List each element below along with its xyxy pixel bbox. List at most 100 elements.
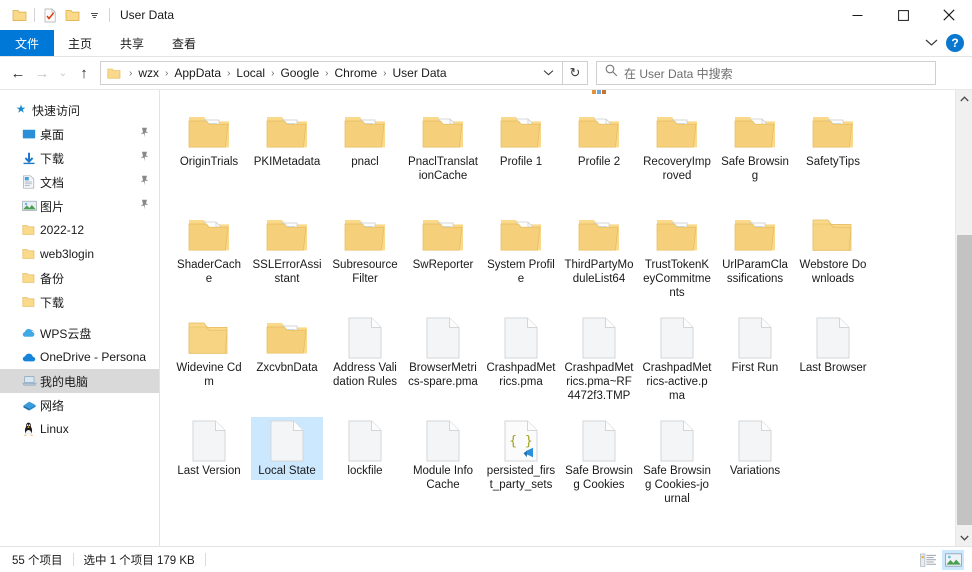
file-item-selected[interactable]: Local State bbox=[251, 417, 323, 480]
properties-icon[interactable] bbox=[39, 4, 61, 26]
file-item[interactable]: Profile 1 bbox=[482, 104, 560, 207]
file-item[interactable]: BrowserMetrics-spare.pma bbox=[404, 310, 482, 413]
back-button[interactable]: ← bbox=[6, 60, 30, 86]
breadcrumb-item-3[interactable]: Google bbox=[278, 66, 321, 80]
breadcrumb-item-5[interactable]: User Data bbox=[391, 66, 449, 80]
file-item[interactable]: First Run bbox=[716, 310, 794, 413]
file-item[interactable]: Address Validation Rules bbox=[326, 310, 404, 413]
file-item[interactable]: CrashpadMetrics.pma~RF4472f3.TMP bbox=[560, 310, 638, 413]
file-item[interactable]: RecoveryImproved bbox=[638, 104, 716, 207]
chevron-down-icon[interactable] bbox=[83, 4, 105, 26]
file-item-inner[interactable]: SwReporter bbox=[407, 211, 479, 274]
file-item[interactable]: ZxcvbnData bbox=[248, 310, 326, 413]
file-item[interactable]: Last Version bbox=[170, 413, 248, 516]
tab-view[interactable]: 查看 bbox=[158, 30, 210, 56]
search-input[interactable]: 在 User Data 中搜索 bbox=[596, 61, 936, 85]
file-item[interactable]: UrlParamClassifications bbox=[716, 207, 794, 310]
file-item[interactable]: Webstore Downloads bbox=[794, 207, 872, 310]
breadcrumb[interactable]: › wzx › AppData › Local › Google › Chrom… bbox=[100, 61, 563, 85]
help-icon[interactable]: ? bbox=[946, 34, 964, 52]
up-button[interactable]: ↑ bbox=[72, 60, 96, 86]
file-item-inner[interactable]: TrustTokenKeyCommitments bbox=[641, 211, 713, 302]
new-folder-icon[interactable] bbox=[61, 4, 83, 26]
file-item-inner[interactable]: { }persisted_first_party_sets bbox=[485, 417, 557, 494]
file-item-inner[interactable]: SafetyTips bbox=[797, 108, 869, 171]
sidebar-item-backup[interactable]: 备份 bbox=[0, 266, 159, 290]
sidebar-group-quick-access[interactable]: 快速访问 bbox=[0, 98, 159, 122]
pin-icon[interactable] bbox=[140, 199, 149, 213]
file-item[interactable]: CrashpadMetrics.pma bbox=[482, 310, 560, 413]
file-item[interactable]: Safe Browsing Cookies-journal bbox=[638, 413, 716, 516]
file-item[interactable]: PKIMetadata bbox=[248, 104, 326, 207]
scroll-down-arrow[interactable] bbox=[956, 529, 972, 546]
sidebar-item-downloads-folder[interactable]: 下载 bbox=[0, 290, 159, 314]
sidebar-item-2022-12[interactable]: 2022-12 bbox=[0, 218, 159, 242]
vertical-scrollbar[interactable] bbox=[955, 90, 972, 546]
sidebar-item-downloads[interactable]: 下载 bbox=[0, 146, 159, 170]
file-item-inner[interactable]: CrashpadMetrics.pma bbox=[485, 314, 557, 391]
file-item-inner[interactable]: Module Info Cache bbox=[407, 417, 479, 494]
file-item-inner[interactable]: Profile 2 bbox=[563, 108, 635, 171]
sidebar-item-wps-cloud[interactable]: WPS云盘 bbox=[0, 321, 159, 345]
close-button[interactable] bbox=[926, 0, 972, 30]
file-item[interactable]: Last Browser bbox=[794, 310, 872, 413]
file-item-inner[interactable]: Subresource Filter bbox=[329, 211, 401, 288]
sidebar-item-network[interactable]: 网络 bbox=[0, 393, 159, 417]
file-item-inner[interactable]: UrlParamClassifications bbox=[719, 211, 791, 288]
breadcrumb-item-1[interactable]: AppData bbox=[172, 66, 223, 80]
breadcrumb-item-0[interactable]: wzx bbox=[136, 66, 161, 80]
file-item[interactable]: TrustTokenKeyCommitments bbox=[638, 207, 716, 310]
pin-icon[interactable] bbox=[140, 127, 149, 141]
file-item-inner[interactable]: PKIMetadata bbox=[251, 108, 323, 171]
scroll-up-arrow[interactable] bbox=[956, 90, 972, 107]
file-item[interactable]: Local State bbox=[248, 413, 326, 516]
file-item[interactable]: Profile 2 bbox=[560, 104, 638, 207]
file-item-inner[interactable]: ZxcvbnData bbox=[251, 314, 323, 377]
file-item[interactable]: Subresource Filter bbox=[326, 207, 404, 310]
forward-button[interactable]: → bbox=[30, 60, 54, 86]
file-item-inner[interactable]: Last Browser bbox=[797, 314, 869, 377]
tab-share[interactable]: 共享 bbox=[106, 30, 158, 56]
breadcrumb-item-2[interactable]: Local bbox=[234, 66, 267, 80]
file-item[interactable]: ThirdPartyModuleList64 bbox=[560, 207, 638, 310]
sidebar-item-web3login[interactable]: web3login bbox=[0, 242, 159, 266]
large-icons-view-button[interactable] bbox=[942, 550, 964, 570]
breadcrumb-item-4[interactable]: Chrome bbox=[332, 66, 379, 80]
file-item-inner[interactable]: Address Validation Rules bbox=[329, 314, 401, 391]
file-item[interactable]: Safe Browsing bbox=[716, 104, 794, 207]
sidebar-item-documents[interactable]: 文档 bbox=[0, 170, 159, 194]
file-list-view[interactable]: OriginTrialsPKIMetadatapnaclPnaclTransla… bbox=[160, 90, 972, 546]
file-item[interactable]: Safe Browsing Cookies bbox=[560, 413, 638, 516]
file-item[interactable]: OriginTrials bbox=[170, 104, 248, 207]
pin-icon[interactable] bbox=[140, 151, 149, 165]
file-item-inner[interactable]: Webstore Downloads bbox=[797, 211, 869, 288]
tab-home[interactable]: 主页 bbox=[54, 30, 106, 56]
file-item[interactable]: SafetyTips bbox=[794, 104, 872, 207]
file-item[interactable]: ShaderCache bbox=[170, 207, 248, 310]
sidebar-item-desktop[interactable]: 桌面 bbox=[0, 122, 159, 146]
file-item-inner[interactable]: pnacl bbox=[329, 108, 401, 171]
sidebar-item-linux[interactable]: Linux bbox=[0, 417, 159, 441]
file-item-inner[interactable]: ShaderCache bbox=[173, 211, 245, 288]
file-item-inner[interactable]: First Run bbox=[719, 314, 791, 377]
file-item-inner[interactable]: CrashpadMetrics.pma~RF4472f3.TMP bbox=[563, 314, 635, 405]
pin-icon[interactable] bbox=[140, 175, 149, 189]
file-item-inner[interactable]: BrowserMetrics-spare.pma bbox=[407, 314, 479, 391]
file-item[interactable]: lockfile bbox=[326, 413, 404, 516]
minimize-button[interactable] bbox=[834, 0, 880, 30]
file-item-inner[interactable]: PnaclTranslationCache bbox=[407, 108, 479, 185]
tab-file[interactable]: 文件 bbox=[0, 30, 54, 56]
file-item-inner[interactable]: ThirdPartyModuleList64 bbox=[563, 211, 635, 288]
file-item[interactable]: Widevine Cdm bbox=[170, 310, 248, 413]
file-item[interactable]: pnacl bbox=[326, 104, 404, 207]
file-item[interactable]: CrashpadMetrics-active.pma bbox=[638, 310, 716, 413]
file-item[interactable]: SwReporter bbox=[404, 207, 482, 310]
file-item-inner[interactable]: Safe Browsing Cookies-journal bbox=[641, 417, 713, 508]
file-item-inner[interactable]: RecoveryImproved bbox=[641, 108, 713, 185]
file-item-inner[interactable]: Widevine Cdm bbox=[173, 314, 245, 391]
sidebar-item-pictures[interactable]: 图片 bbox=[0, 194, 159, 218]
file-item[interactable]: PnaclTranslationCache bbox=[404, 104, 482, 207]
file-item-inner[interactable]: Safe Browsing Cookies bbox=[563, 417, 635, 494]
maximize-button[interactable] bbox=[880, 0, 926, 30]
file-item[interactable]: SSLErrorAssistant bbox=[248, 207, 326, 310]
